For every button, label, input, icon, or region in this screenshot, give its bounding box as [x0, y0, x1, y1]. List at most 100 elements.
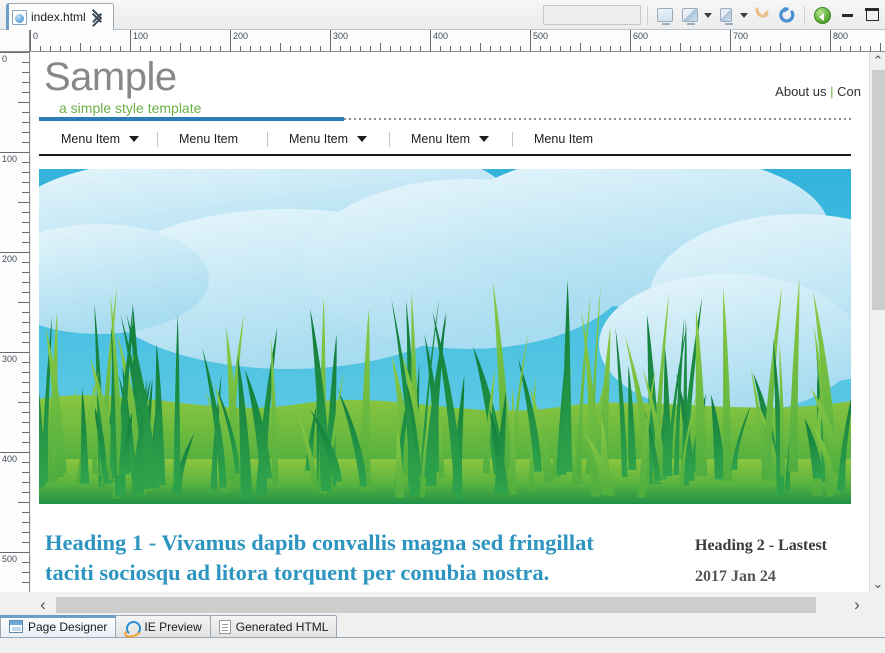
ruler-tick — [420, 46, 421, 51]
ruler-tick — [640, 46, 641, 51]
ruler-tick — [780, 43, 781, 51]
ruler-tick — [0, 252, 29, 253]
ruler-tick — [22, 112, 29, 113]
ruler-label: 200 — [2, 254, 18, 264]
ruler-tick — [450, 46, 451, 51]
ruler-tick — [100, 46, 101, 51]
menu-item-4[interactable]: Menu Item — [411, 123, 490, 154]
ruler-tick — [250, 46, 251, 51]
ruler-label: 400 — [2, 454, 18, 464]
ruler-tick — [770, 46, 771, 51]
ruler-label: 400 — [433, 31, 449, 41]
ruler-tick — [120, 46, 121, 51]
ruler-tick — [22, 322, 29, 323]
html-document-icon — [12, 9, 27, 25]
ruler-label: 600 — [633, 31, 649, 41]
document-tab-index-html[interactable]: index.html — [6, 3, 114, 30]
ruler-tick — [80, 43, 81, 51]
ruler-tick — [22, 362, 29, 363]
menu-item-1[interactable]: Menu Item — [61, 123, 140, 154]
refresh-icon[interactable] — [776, 4, 798, 26]
ruler-tick — [22, 482, 29, 483]
scroll-right-icon[interactable]: › — [845, 593, 869, 616]
ruler-tick — [22, 122, 29, 123]
ruler-tick — [370, 46, 371, 51]
ruler-tick — [22, 162, 29, 163]
chevron-down-icon[interactable] — [357, 135, 368, 142]
preview-device-icon[interactable] — [715, 4, 737, 26]
vertical-scrollbar[interactable]: ⌃ ⌄ — [869, 52, 885, 592]
ruler-tick — [630, 30, 631, 51]
ruler-tick — [22, 372, 29, 373]
header-divider-rule — [39, 117, 851, 121]
ruler-tick — [510, 46, 511, 51]
ruler-tick — [22, 582, 29, 583]
ruler-tick — [22, 222, 29, 223]
ruler-tick — [760, 46, 761, 51]
scroll-up-icon[interactable]: ⌃ — [870, 52, 885, 69]
ruler-tick — [310, 46, 311, 51]
ruler-tick — [540, 46, 541, 51]
ruler-label: 0 — [33, 31, 39, 41]
minimize-button[interactable] — [836, 4, 858, 26]
ruler-tick — [330, 30, 331, 51]
preview-device-dropdown-caret[interactable] — [740, 12, 748, 18]
ruler-label: 300 — [333, 31, 349, 41]
horizontal-scrollbar-thumb[interactable] — [56, 597, 816, 613]
vertical-scrollbar-thumb[interactable] — [872, 70, 885, 310]
ruler-tick — [200, 46, 201, 51]
ruler-tick — [570, 46, 571, 51]
menu-item-2[interactable]: Menu Item — [179, 123, 238, 154]
ruler-tick — [22, 62, 29, 63]
ruler-tick — [0, 52, 29, 53]
chevron-down-icon[interactable] — [479, 135, 490, 142]
ruler-tick — [800, 46, 801, 51]
horizontal-ruler: 0 100 200 300 400 500 600 700 800 — [30, 30, 885, 52]
ruler-tick — [110, 46, 111, 51]
view-tab-generated-html[interactable]: Generated HTML — [209, 615, 338, 637]
ruler-tick — [22, 522, 29, 523]
ruler-tick — [22, 262, 29, 263]
horizontal-scrollbar[interactable]: ‹ › — [31, 593, 869, 616]
ruler-tick — [0, 452, 29, 453]
restore-button[interactable] — [861, 4, 883, 26]
ruler-tick — [700, 46, 701, 51]
ruler-tick — [18, 402, 29, 403]
preview-browser-icon[interactable] — [679, 4, 701, 26]
ruler-tick — [350, 46, 351, 51]
toolbar-divider-2 — [804, 5, 805, 25]
menu-item-3[interactable]: Menu Item — [289, 123, 368, 154]
undo-icon[interactable] — [751, 4, 773, 26]
ruler-tick — [22, 422, 29, 423]
scroll-down-icon[interactable]: ⌄ — [870, 575, 885, 592]
menu-item-label: Menu Item — [534, 131, 594, 146]
close-icon[interactable] — [90, 8, 103, 27]
html-file-icon — [218, 619, 231, 634]
menu-item-5[interactable]: Menu Item — [534, 123, 593, 154]
ruler-tick — [750, 46, 751, 51]
scroll-left-icon[interactable]: ‹ — [31, 593, 55, 616]
view-tab-page-designer[interactable]: Page Designer — [0, 615, 117, 637]
ruler-tick — [22, 212, 29, 213]
ruler-tick — [22, 92, 29, 93]
ruler-tick — [340, 46, 341, 51]
preview-monitor-icon[interactable] — [654, 4, 676, 26]
back-icon[interactable] — [811, 4, 833, 26]
menu-item-label: Menu Item — [411, 131, 471, 146]
link-contact[interactable]: Con — [837, 84, 861, 99]
menu-separator — [267, 132, 268, 147]
ruler-tick — [880, 43, 881, 51]
link-about-us[interactable]: About us — [775, 84, 826, 99]
view-tab-ie-preview[interactable]: IE Preview — [115, 615, 211, 637]
ruler-tick — [22, 392, 29, 393]
grass-and-sky-banner-image — [39, 169, 851, 504]
view-tab-label: Page Designer — [28, 619, 108, 634]
ruler-tick — [22, 462, 29, 463]
search-input[interactable] — [543, 5, 641, 25]
preview-browser-dropdown-caret[interactable] — [704, 12, 712, 18]
page-designer-canvas[interactable]: Sample a simple style template About us … — [31, 52, 869, 592]
ruler-tick — [50, 46, 51, 51]
chevron-down-icon[interactable] — [129, 135, 140, 142]
ruler-label: 500 — [2, 554, 18, 564]
ruler-tick — [820, 46, 821, 51]
